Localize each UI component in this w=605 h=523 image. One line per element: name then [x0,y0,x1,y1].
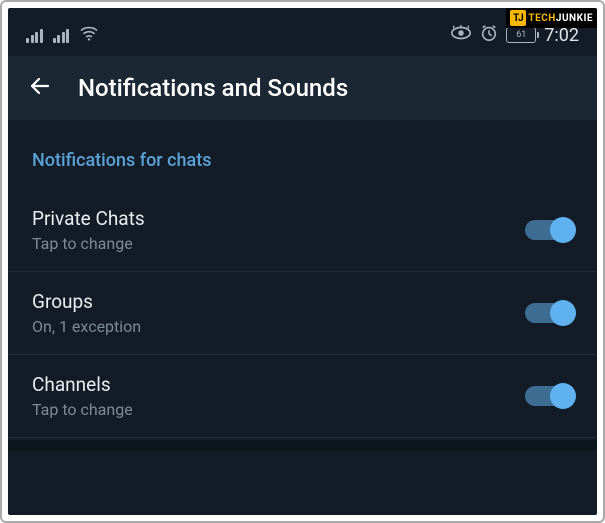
section-divider [8,440,597,450]
toggle-knob [550,300,576,326]
toggle-private-chats[interactable] [525,220,573,240]
setting-text: Channels Tap to change [32,373,133,419]
toggle-groups[interactable] [525,303,573,323]
back-button[interactable] [28,74,52,102]
watermark: TJ TECHJUNKIE [506,8,597,28]
setting-subtitle: Tap to change [32,234,145,253]
status-left [26,25,99,45]
setting-title: Groups [32,290,141,313]
setting-text: Groups On, 1 exception [32,290,141,336]
toggle-knob [550,383,576,409]
setting-subtitle: Tap to change [32,400,133,419]
setting-title: Channels [32,373,133,396]
watermark-text-tech: TECH [528,13,555,24]
eye-icon [450,25,472,45]
battery-level: 61 [516,30,526,40]
setting-subtitle: On, 1 exception [32,317,141,336]
setting-private-chats[interactable]: Private Chats Tap to change [8,189,597,272]
watermark-text-junkie: JUNKIE [556,13,593,24]
settings-list: Private Chats Tap to change Groups On, 1… [8,189,597,438]
setting-title: Private Chats [32,207,145,230]
app-screen: TJ TECHJUNKIE [8,8,597,515]
battery-icon: 61 [506,27,536,43]
toggle-channels[interactable] [525,386,573,406]
setting-channels[interactable]: Channels Tap to change [8,355,597,438]
toggle-knob [550,217,576,243]
signal-icon-2 [53,27,70,43]
setting-groups[interactable]: Groups On, 1 exception [8,272,597,355]
watermark-logo: TJ [510,10,526,26]
setting-text: Private Chats Tap to change [32,207,145,253]
app-header: Notifications and Sounds [8,56,597,120]
wifi-icon [79,25,99,45]
section-header: Notifications for chats [8,120,597,189]
signal-icon-1 [26,27,43,43]
page-title: Notifications and Sounds [78,74,348,102]
frame: TJ TECHJUNKIE [0,0,605,523]
watermark-text: TECHJUNKIE [528,13,593,24]
alarm-icon [480,24,498,46]
